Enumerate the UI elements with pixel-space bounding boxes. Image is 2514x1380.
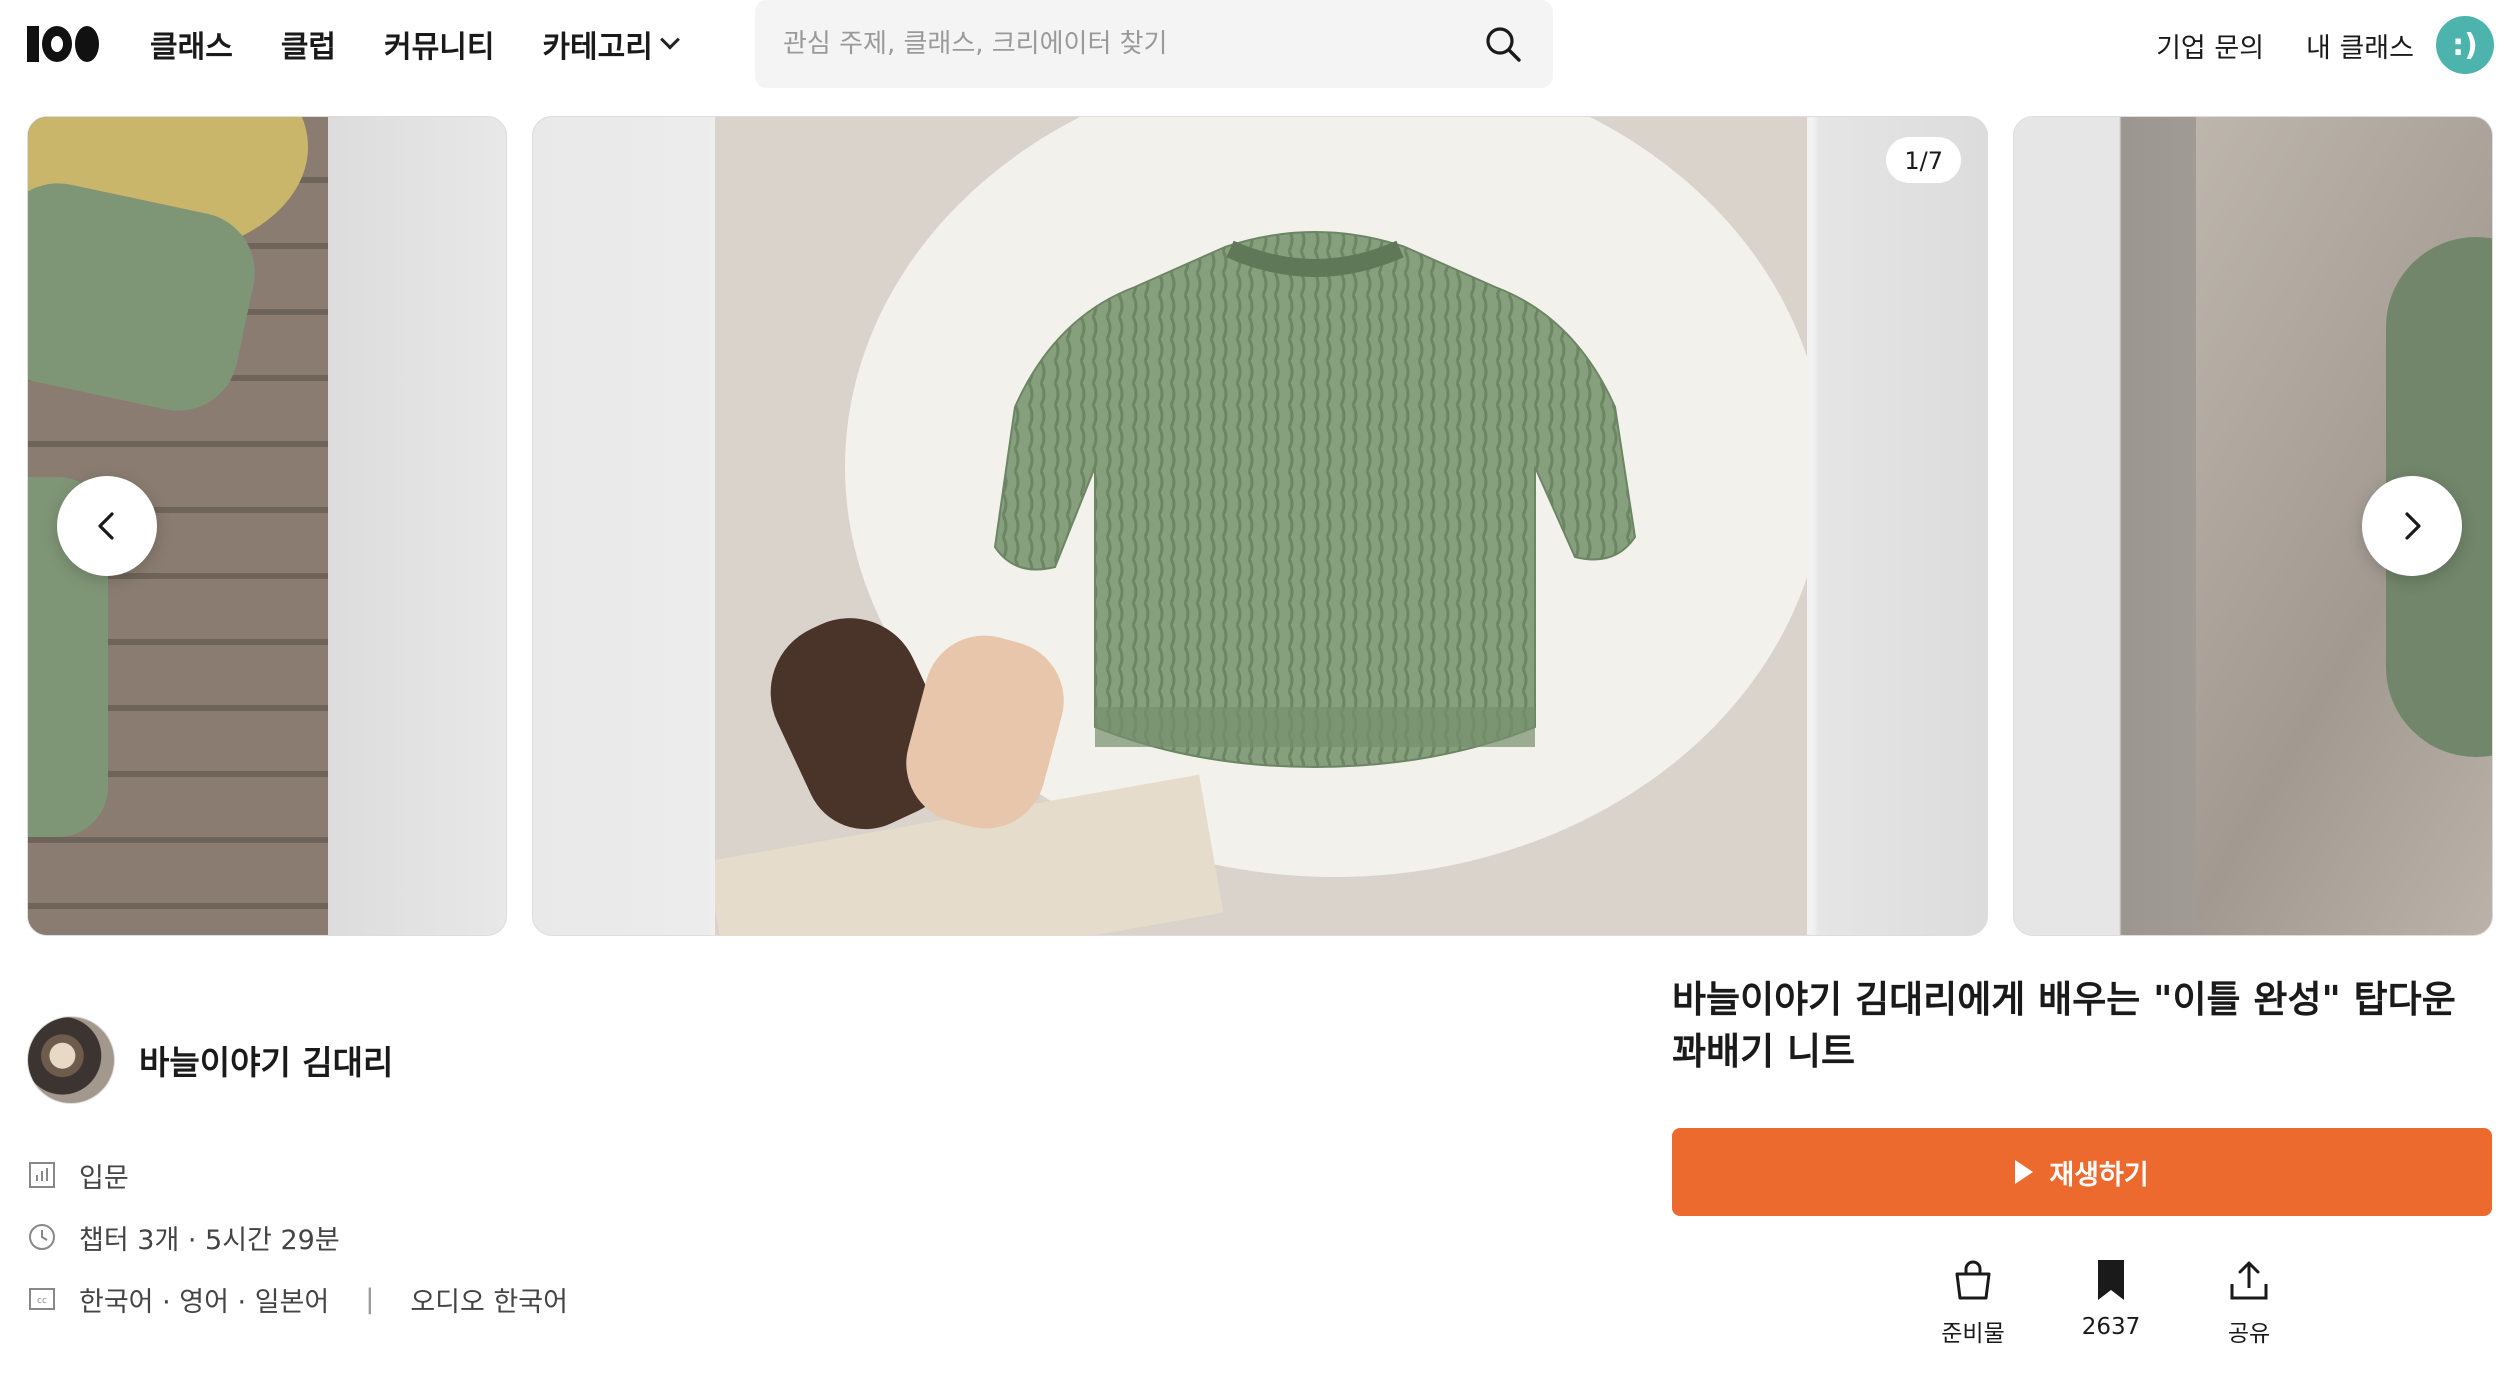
- nav-label: 클럽: [280, 30, 337, 65]
- shopping-bag-icon: [1955, 1260, 1991, 1300]
- meta-level: 입문: [27, 1160, 568, 1194]
- nav-label: 카테고리: [542, 30, 653, 65]
- svg-text:cc: cc: [37, 1296, 47, 1306]
- class-meta: 입문 챕터 3개 · 5시간 29분 cc 한국어 · 영어 · 일본어 | 오…: [27, 1160, 568, 1318]
- creator-name: 바늘이야기 김대리: [139, 1043, 394, 1082]
- share-icon: [2230, 1261, 2268, 1300]
- supplies-button[interactable]: 준비물: [1930, 1256, 2016, 1348]
- avatar-text: :): [2452, 27, 2478, 63]
- carousel-slide-current[interactable]: 1/7: [532, 116, 1988, 936]
- share-label: 공유: [2227, 1321, 2271, 1347]
- main-nav: 클래스 클럽 커뮤니티 카테고리: [150, 20, 680, 68]
- header-links: 기업 문의 내 클래스: [2156, 26, 2414, 65]
- audio-text: 오디오 한국어: [410, 1286, 568, 1318]
- class101-logo[interactable]: [27, 26, 103, 62]
- nav-label: 커뮤니티: [384, 30, 495, 65]
- header: 클래스 클럽 커뮤니티 카테고리 기업 문의 내 클래스 :): [0, 0, 2514, 96]
- bookmark-count: 2637: [2081, 1314, 2141, 1340]
- meta-language: cc 한국어 · 영어 · 일본어 | 오디오 한국어: [27, 1283, 568, 1318]
- separator: |: [365, 1283, 375, 1315]
- carousel-next-button[interactable]: [2362, 476, 2462, 576]
- nav-item-class[interactable]: 클래스: [150, 22, 233, 66]
- carousel-prev-button[interactable]: [57, 476, 157, 576]
- play-button[interactable]: 재생하기: [1672, 1128, 2492, 1216]
- chevron-right-icon: [2405, 512, 2421, 540]
- action-bar: 준비물 2637 공유: [1930, 1256, 2292, 1348]
- play-label: 재생하기: [2049, 1159, 2149, 1191]
- business-inquiry-link[interactable]: 기업 문의: [2156, 26, 2264, 65]
- nav-item-community[interactable]: 커뮤니티: [384, 22, 494, 66]
- search-icon[interactable]: [1483, 24, 1523, 64]
- sweater-photo: [715, 117, 1807, 935]
- clock-icon: [27, 1222, 57, 1252]
- duration-text: 챕터 3개 · 5시간 29분: [79, 1224, 340, 1256]
- class-title: 바늘이야기 김대리에게 배우는 "이틀 완성" 탑다운 꽈배기 니트: [1672, 978, 2456, 1073]
- nav-item-club[interactable]: 클럽: [281, 22, 336, 66]
- level-chart-icon: [27, 1160, 57, 1190]
- bookmark-button[interactable]: 2637: [2068, 1256, 2154, 1348]
- supplies-label: 준비물: [1941, 1321, 2005, 1347]
- nav-item-category[interactable]: 카테고리: [542, 22, 680, 66]
- creator-avatar: [27, 1016, 115, 1104]
- closed-caption-icon: cc: [27, 1284, 57, 1314]
- chevron-down-icon: [659, 29, 680, 50]
- meta-duration: 챕터 3개 · 5시간 29분: [27, 1222, 568, 1256]
- image-carousel: 1/7: [0, 116, 2514, 936]
- creator-profile[interactable]: 바늘이야기 김대리: [27, 1016, 393, 1104]
- share-button[interactable]: 공유: [2206, 1256, 2292, 1348]
- search-input[interactable]: [783, 22, 1443, 66]
- sweater-illustration: [993, 231, 1637, 769]
- bookmark-icon: [2098, 1260, 2124, 1300]
- slide-counter: 1/7: [1886, 137, 1961, 183]
- chevron-left-icon: [98, 512, 114, 540]
- profile-avatar[interactable]: :): [2436, 16, 2494, 74]
- level-text: 입문: [79, 1162, 129, 1194]
- subtitles-text: 한국어 · 영어 · 일본어: [79, 1286, 330, 1318]
- search-bar: [755, 0, 1553, 88]
- my-classes-link[interactable]: 내 클래스: [2306, 26, 2414, 65]
- nav-label: 클래스: [150, 30, 233, 65]
- play-icon: [2015, 1160, 2034, 1184]
